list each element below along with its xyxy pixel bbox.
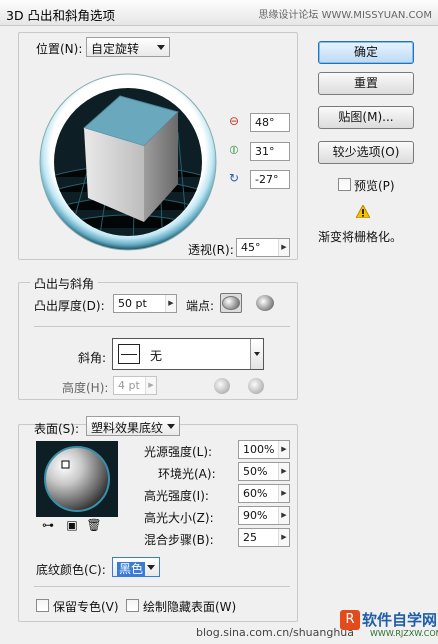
map-art-button[interactable]: 贴图(M)... [318,106,414,129]
position-dropdown[interactable]: 自定旋转 [86,37,170,57]
warning-text: 渐变将栅格化。 [318,230,403,244]
perspective-slider-arrow[interactable]: ▶ [278,239,289,256]
brand-logo: R 软件自学网 WWW.RJZXW.COM [340,608,438,642]
blog-watermark: blog.sina.com.cn/shuanghua [196,626,355,639]
rotate-x-icon: ⊖ [228,114,240,128]
draw-hidden-label: 绘制隐藏表面(W) [143,600,237,614]
fewer-options-button[interactable]: 较少选项(O) [318,141,414,164]
preserve-spot-label: 保留专色(V) [53,600,119,614]
surface-dropdown[interactable]: 塑料效果底纹 [86,416,180,436]
cap-on-icon[interactable] [220,293,242,313]
window-title: 3D 凸出和斜角选项 [6,8,116,23]
move-light-back-icon[interactable]: ⊶ [40,518,56,532]
ambient-label: 环境光(A): [158,467,216,481]
position-label: 位置(N): [36,42,83,56]
bevel-height-field[interactable]: 4 pt ▶ [113,376,157,395]
shading-color-dropdown[interactable]: 黑色 [112,557,160,577]
bevel-in-icon[interactable] [248,378,264,394]
extrude-depth-label: 凸出厚度(D): [34,299,105,313]
bevel-dropdown[interactable]: 无 [112,338,264,370]
watermark-text: 思缘设计论坛 WWW.MISSYUAN.COM [258,10,432,21]
extrude-depth-field[interactable]: 50 pt ▶ [113,294,177,313]
bevel-dropdown-arrow[interactable] [250,339,263,369]
highlight-size-label: 高光大小(Z): [144,511,214,525]
rotate-z-field[interactable]: -27° [250,170,290,189]
title-bar: 3D 凸出和斜角选项 思缘设计论坛 WWW.MISSYUAN.COM [0,0,438,26]
ambient-field[interactable]: 50% ▶ [238,462,290,481]
rotate-y-field[interactable]: 31° [250,142,290,161]
bevel-shape-preview [118,344,140,364]
rotate-y-icon: ⦶ [229,143,239,157]
extrude-group-title: 凸出与斜角 [30,275,99,292]
light-intensity-field[interactable]: 100% ▶ [238,440,290,459]
highlight-intensity-label: 高光强度(I): [144,489,209,503]
draw-hidden-checkbox[interactable] [126,599,139,612]
light-source-handle [61,460,70,469]
bevel-height-label: 高度(H): [62,381,109,395]
warning-icon [356,205,370,218]
rotate-z-icon: ↻ [228,171,240,185]
extrude-depth-slider-arrow[interactable]: ▶ [165,295,176,312]
blend-steps-field[interactable]: 25 ▶ [238,528,290,547]
ok-button[interactable]: 确定 [318,41,414,64]
perspective-label: 透视(R): [188,243,234,257]
cap-label: 端点: [186,299,215,313]
preview-label: 预览(P) [354,179,395,193]
highlight-size-field[interactable]: 90% ▶ [238,506,290,525]
extrude-separator [34,326,290,327]
cap-off-icon[interactable] [256,295,274,311]
surface-label: 表面(S): [34,422,80,436]
preserve-spot-checkbox[interactable] [36,599,49,612]
perspective-field[interactable]: 45° ▶ [236,238,290,257]
new-light-icon[interactable]: ▣ [64,518,80,532]
rotate-x-field[interactable]: 48° [250,113,290,132]
bevel-label: 斜角: [78,351,107,365]
surface-separator [34,586,290,587]
bevel-out-icon[interactable] [214,378,230,394]
delete-light-icon[interactable]: 🗑 [86,518,102,532]
brand-logo-icon: R [340,610,360,630]
light-intensity-label: 光源强度(L): [144,445,213,459]
reset-button[interactable]: 重置 [318,72,414,95]
blend-steps-label: 混合步骤(B): [144,533,214,547]
shading-color-label: 底纹颜色(C): [36,563,106,577]
lighting-sphere-preview[interactable] [36,441,118,517]
highlight-intensity-field[interactable]: 60% ▶ [238,484,290,503]
preview-checkbox[interactable] [338,178,351,191]
rotation-trackball[interactable] [38,72,218,252]
